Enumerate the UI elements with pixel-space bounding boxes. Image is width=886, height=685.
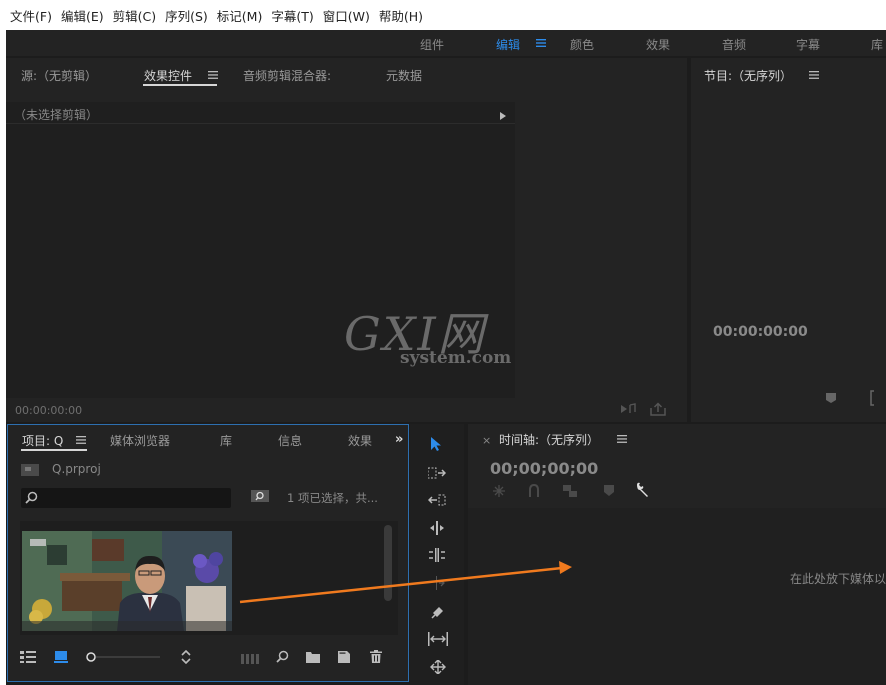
timeline-panel: × 时间轴:（无序列） 00;00;00;00 在此处放下媒体以 <box>468 424 886 685</box>
snap-icon[interactable] <box>528 483 540 500</box>
no-clip-label: （未选择剪辑） <box>14 108 99 122</box>
automate-sequence-icon[interactable] <box>241 653 259 667</box>
menu-sequence[interactable]: 序列(S) <box>165 6 208 25</box>
workspace-editing[interactable]: 编辑 <box>496 36 520 53</box>
clip-thumbnail[interactable] <box>22 531 232 631</box>
tools-panel <box>410 424 464 685</box>
program-panel: 节目:（无序列） 00:00:00:00 <box>691 58 886 422</box>
mark-in-icon[interactable] <box>868 390 876 409</box>
project-bin-icon <box>21 464 39 479</box>
menu-marker[interactable]: 标记(M) <box>217 6 263 25</box>
workspace-effects[interactable]: 效果 <box>646 36 670 53</box>
workspace-audio[interactable]: 音频 <box>722 36 746 53</box>
hand-tool-icon[interactable] <box>429 659 447 677</box>
watermark-sub: system.com <box>400 348 512 368</box>
pen-tool-icon[interactable] <box>430 604 446 623</box>
play-triangle-icon[interactable] <box>500 109 506 123</box>
program-title[interactable]: 节目:（无序列） <box>704 67 792 84</box>
ripple-edit-tool-icon[interactable] <box>427 494 446 509</box>
trash-icon[interactable] <box>370 650 382 666</box>
timeline-timecode: 00;00;00;00 <box>490 459 599 478</box>
program-menu-icon[interactable] <box>809 69 819 83</box>
find-icon[interactable] <box>276 650 289 666</box>
workspace-libraries[interactable]: 库 <box>871 36 883 53</box>
rolling-edit-tool-icon[interactable] <box>429 521 445 538</box>
tab-project[interactable]: 项目: Q <box>22 432 63 449</box>
tab-effect-controls[interactable]: 效果控件 <box>144 67 192 84</box>
menu-help[interactable]: 帮助(H) <box>379 6 423 25</box>
selection-tool-icon[interactable] <box>430 436 442 455</box>
project-panel: 项目: Q 媒体浏览器 库 信息 效果 » Q.prproj 1 项已选择，共.… <box>7 424 409 682</box>
more-tabs-icon[interactable]: » <box>395 432 403 447</box>
timeline-menu-icon[interactable] <box>617 433 627 447</box>
workspace-titles[interactable]: 字幕 <box>796 36 820 53</box>
menu-file[interactable]: 文件(F) <box>10 6 52 25</box>
project-search-input[interactable] <box>21 488 231 508</box>
menu-edit[interactable]: 编辑(E) <box>61 6 104 25</box>
workspace-assembly[interactable]: 组件 <box>420 36 444 53</box>
timeline-tracks-area[interactable]: 在此处放下媒体以 <box>468 508 886 685</box>
razor-tool-icon[interactable] <box>429 576 445 593</box>
list-view-icon[interactable] <box>20 651 36 666</box>
premiere-window: 组件 编辑 颜色 效果 音频 字幕 库 源:（无剪辑） 效果控件 音频剪辑混合器… <box>6 30 886 685</box>
project-file-name: Q.prproj <box>52 462 101 476</box>
workspace-bar: 组件 编辑 颜色 效果 音频 字幕 库 <box>6 30 886 56</box>
search-icon <box>25 491 38 507</box>
linked-selection-icon[interactable] <box>562 484 578 501</box>
source-timecode: 00:00:00:00 <box>15 404 83 417</box>
sort-icon[interactable] <box>181 649 191 667</box>
menu-window[interactable]: 窗口(W) <box>323 6 370 25</box>
icon-view-icon[interactable] <box>54 651 68 666</box>
nest-icon[interactable] <box>492 484 506 501</box>
find-bin-icon[interactable] <box>251 489 269 506</box>
menu-bar: 文件(F) 编辑(E) 剪辑(C) 序列(S) 标记(M) 字幕(T) 窗口(W… <box>0 0 886 30</box>
tab-media-browser[interactable]: 媒体浏览器 <box>110 432 170 449</box>
panel-menu-icon[interactable] <box>208 69 218 83</box>
menu-clip[interactable]: 剪辑(C) <box>113 6 156 25</box>
tab-source[interactable]: 源:（无剪辑） <box>21 67 97 84</box>
drop-media-hint: 在此处放下媒体以 <box>790 572 886 586</box>
track-select-tool-icon[interactable] <box>427 467 447 482</box>
tab-info[interactable]: 信息 <box>278 432 302 449</box>
workspace-menu-icon[interactable] <box>536 37 546 51</box>
menu-title[interactable]: 字幕(T) <box>271 6 313 25</box>
close-timeline-icon[interactable]: × <box>482 434 491 447</box>
project-scrollbar[interactable] <box>384 525 392 601</box>
tab-libraries[interactable]: 库 <box>220 432 232 449</box>
active-tab-underline <box>143 84 217 86</box>
selection-info: 1 项已选择，共... <box>287 491 378 505</box>
watermark: GXI网 system.com <box>344 298 514 378</box>
tab-metadata[interactable]: 元数据 <box>386 67 422 84</box>
timeline-marker-icon[interactable] <box>604 485 614 499</box>
new-bin-icon[interactable] <box>306 651 320 666</box>
rate-stretch-tool-icon[interactable] <box>429 548 445 565</box>
zoom-slider[interactable] <box>86 651 160 666</box>
workspace-color[interactable]: 颜色 <box>570 36 594 53</box>
project-menu-icon[interactable] <box>76 434 86 448</box>
export-icon[interactable] <box>650 402 666 419</box>
timeline-title[interactable]: 时间轴:（无序列） <box>499 431 599 448</box>
slip-tool-icon[interactable] <box>428 632 448 649</box>
program-timecode: 00:00:00:00 <box>713 324 808 340</box>
wrench-icon[interactable] <box>635 482 651 501</box>
tab-effects[interactable]: 效果 <box>348 432 372 449</box>
add-marker-icon[interactable] <box>825 392 837 407</box>
tab-audio-clip-mixer[interactable]: 音频剪辑混合器: <box>243 67 331 84</box>
filter-audio-icon[interactable] <box>621 403 637 418</box>
project-tab-underline <box>21 449 87 451</box>
new-item-icon[interactable] <box>338 651 350 666</box>
